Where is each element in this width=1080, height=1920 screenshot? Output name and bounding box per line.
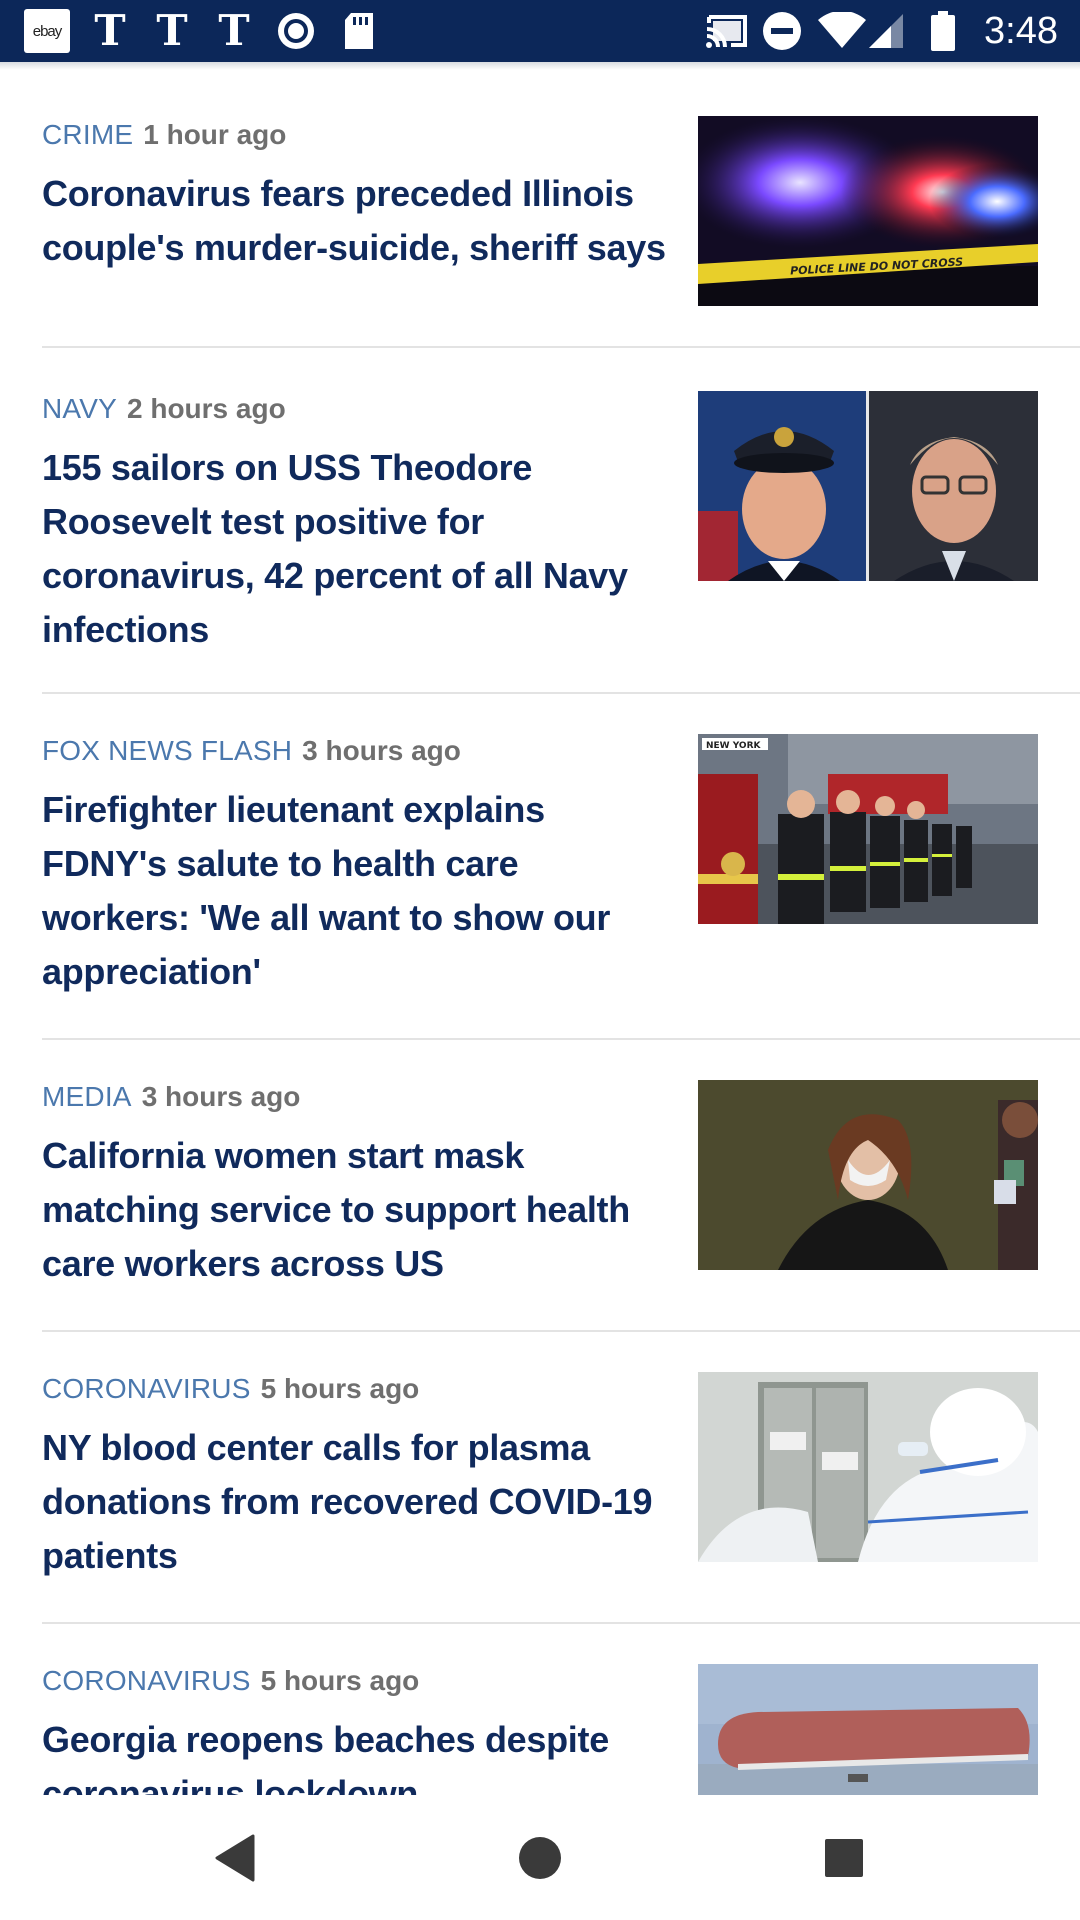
article-headline[interactable]: Coronavirus fears preceded Illinois coup… xyxy=(42,167,674,275)
do-not-disturb-icon xyxy=(762,0,802,62)
wifi-icon xyxy=(818,0,866,62)
article-thumbnail[interactable]: POLICE LINE DO NOT CROSS xyxy=(698,116,1038,306)
article-card[interactable]: CORONAVIRUS 5 hours ago NY blood center c… xyxy=(0,1332,1080,1624)
article-headline[interactable]: Georgia reopens beaches despite coronavi… xyxy=(42,1713,674,1795)
nyt-icon: T xyxy=(156,6,188,55)
article-category[interactable]: FOX NEWS FLASH xyxy=(42,735,292,766)
article-time: 1 hour ago xyxy=(143,119,287,150)
home-button[interactable] xyxy=(470,1795,610,1920)
article-card[interactable]: CRIME 1 hour ago Coronavirus fears preced… xyxy=(0,70,1080,348)
nyt-icon: T xyxy=(94,6,126,55)
article-thumbnail[interactable] xyxy=(698,1664,1038,1795)
article-headline[interactable]: NY blood center calls for plasma donatio… xyxy=(42,1421,674,1583)
nyt-icon: T xyxy=(218,6,250,55)
home-icon xyxy=(519,1836,561,1879)
article-meta: CRIME 1 hour ago xyxy=(42,118,286,152)
app-bar-shadow xyxy=(0,62,1080,70)
sd-card-icon xyxy=(342,0,376,62)
article-thumbnail[interactable] xyxy=(698,1372,1038,1562)
article-category[interactable]: CORONAVIRUS xyxy=(42,1373,251,1404)
battery-icon xyxy=(930,0,956,62)
article-headline[interactable]: Firefighter lieutenant explains FDNY's s… xyxy=(42,783,674,999)
article-time: 3 hours ago xyxy=(141,1081,301,1112)
app-screen: ebay T T T 3:48 CRIME 1 hour ago Coronav… xyxy=(0,0,1080,1920)
status-bar: ebay T T T 3:48 xyxy=(0,0,1080,62)
article-meta: CORONAVIRUS 5 hours ago xyxy=(42,1372,419,1406)
record-icon xyxy=(276,0,316,62)
recents-button[interactable] xyxy=(774,1795,914,1920)
news-chyron-text: NEW YORK xyxy=(706,741,762,751)
article-time: 5 hours ago xyxy=(260,1373,420,1404)
article-card[interactable]: FOX NEWS FLASH 3 hours ago Firefighter li… xyxy=(0,694,1080,1040)
cast-icon xyxy=(704,0,750,62)
article-meta: NAVY 2 hours ago xyxy=(42,392,286,426)
article-category[interactable]: CRIME xyxy=(42,119,133,150)
article-category[interactable]: MEDIA xyxy=(42,1081,132,1112)
article-meta: FOX NEWS FLASH 3 hours ago xyxy=(42,734,461,768)
recents-icon xyxy=(825,1838,863,1877)
article-category[interactable]: CORONAVIRUS xyxy=(42,1665,251,1696)
article-meta: MEDIA 3 hours ago xyxy=(42,1080,300,1114)
article-headline[interactable]: 155 sailors on USS Theodore Roosevelt te… xyxy=(42,441,674,657)
signal-icon xyxy=(866,0,906,62)
article-headline[interactable]: California women start mask matching ser… xyxy=(42,1129,674,1291)
article-card[interactable]: MEDIA 3 hours ago California women start … xyxy=(0,1040,1080,1332)
ebay-icon: ebay xyxy=(24,0,70,62)
back-button[interactable] xyxy=(165,1795,305,1920)
article-thumbnail[interactable] xyxy=(698,1080,1038,1270)
back-icon xyxy=(215,1834,255,1881)
article-card[interactable]: NAVY 2 hours ago 155 sailors on USS Theod… xyxy=(0,348,1080,694)
article-thumbnail[interactable]: NEW YORK xyxy=(698,734,1038,924)
article-category[interactable]: NAVY xyxy=(42,393,117,424)
article-thumbnail[interactable] xyxy=(698,391,1038,581)
status-clock: 3:48 xyxy=(984,9,1058,52)
article-time: 3 hours ago xyxy=(302,735,461,766)
article-time: 5 hours ago xyxy=(260,1665,420,1696)
article-meta: CORONAVIRUS 5 hours ago xyxy=(42,1664,419,1698)
article-time: 2 hours ago xyxy=(126,393,286,424)
article-card[interactable]: CORONAVIRUS 5 hours ago Georgia reopens b… xyxy=(0,1624,1080,1795)
news-feed[interactable]: CRIME 1 hour ago Coronavirus fears preced… xyxy=(0,70,1080,1795)
system-navigation-bar xyxy=(0,1795,1080,1920)
